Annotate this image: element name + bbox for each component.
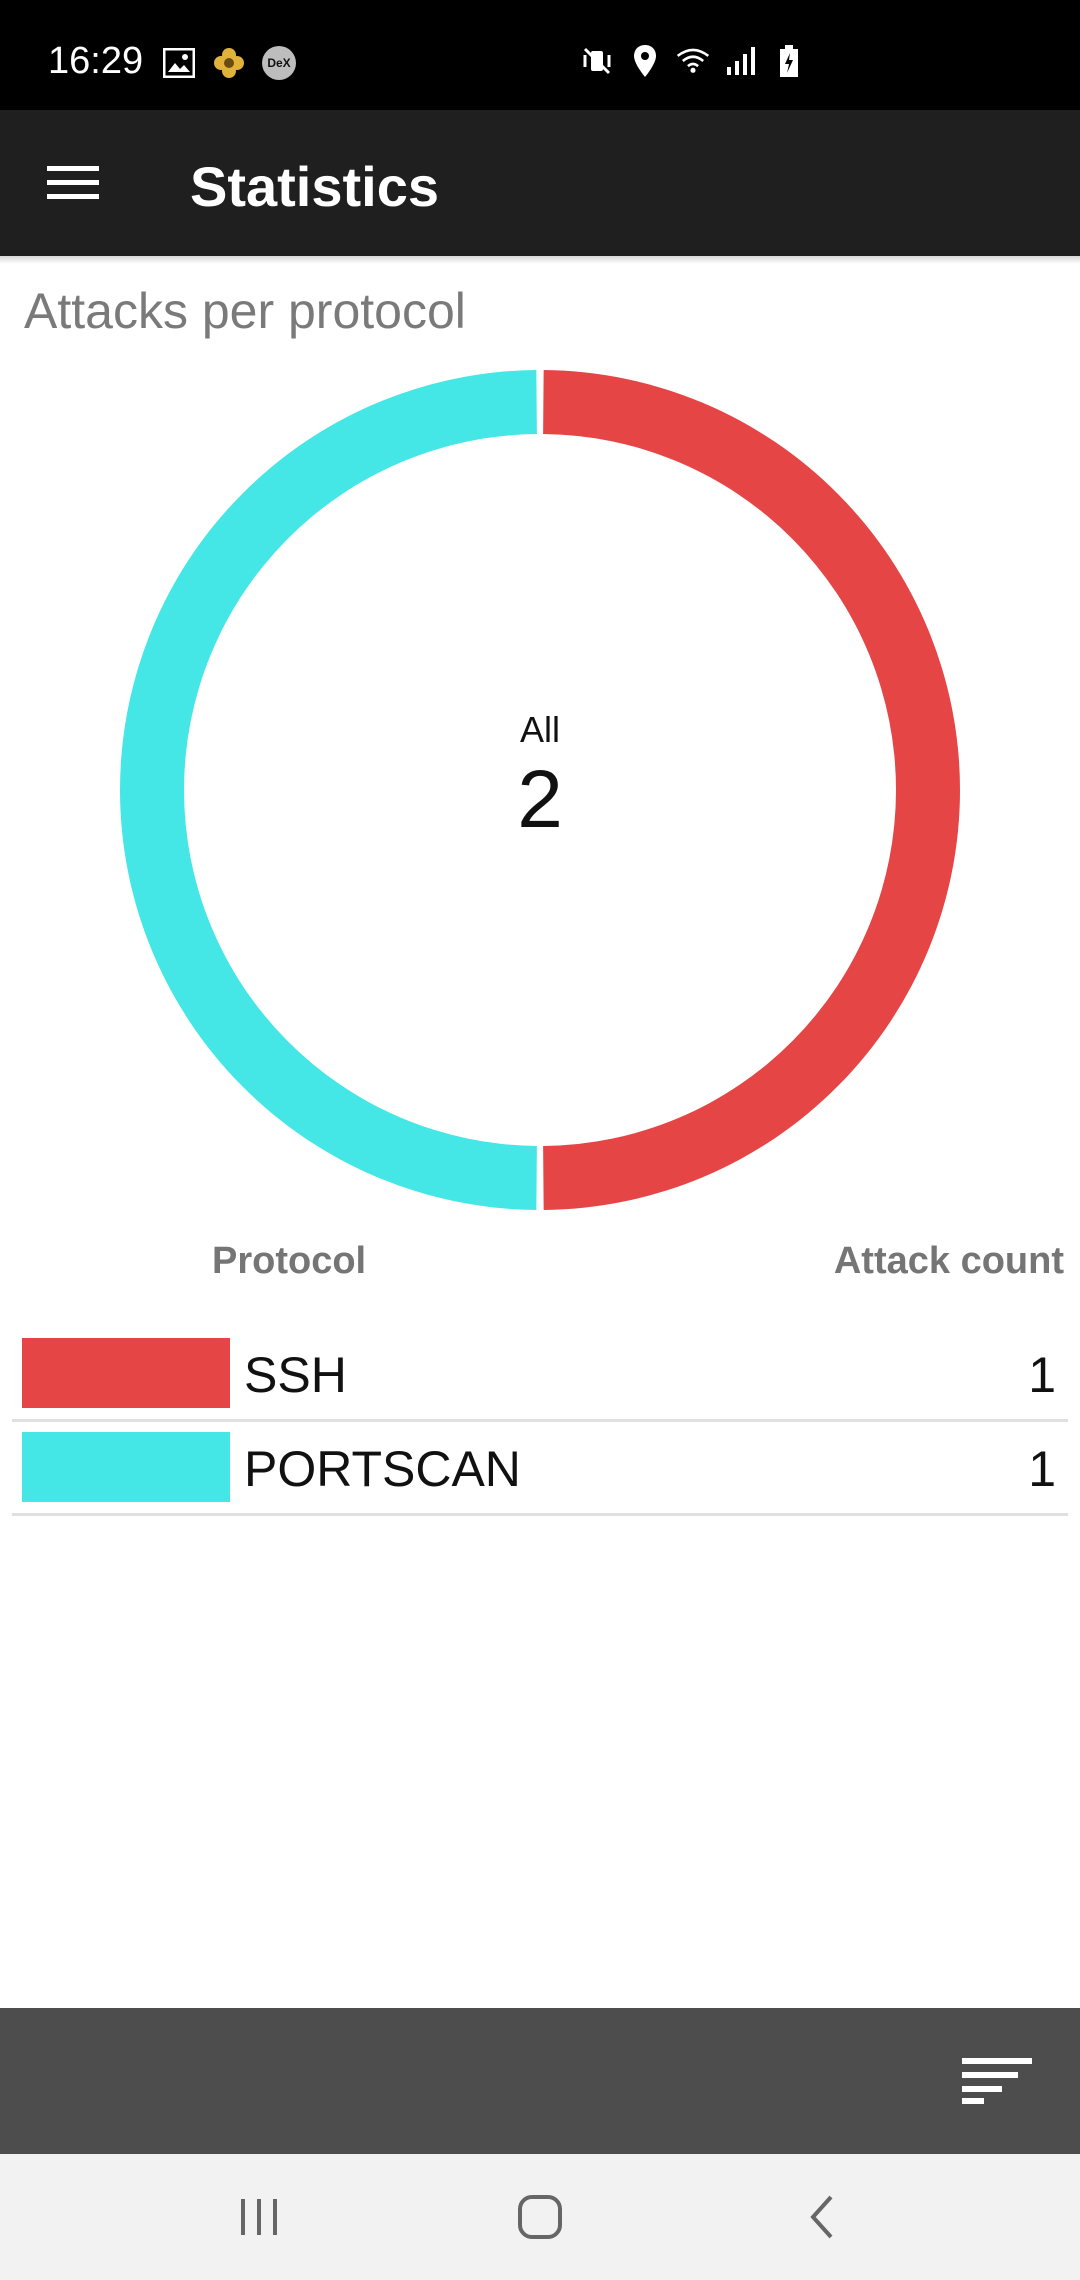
donut-chart: All 2 [116,366,964,1214]
legend-swatch [22,1338,230,1408]
legend-list: SSH 1 PORTSCAN 1 [12,1328,1068,1516]
sort-filter-icon[interactable] [960,2044,1034,2118]
legend-header: Protocol Attack count [0,1234,1080,1290]
bee-app-icon [212,46,246,80]
status-left-icons: DeX [162,46,296,80]
battery-charging-icon [772,44,806,78]
legend-row-portscan[interactable]: PORTSCAN 1 [12,1422,1068,1516]
back-icon[interactable] [782,2184,862,2250]
legend-label: PORTSCAN [244,1441,521,1497]
app-bar: Statistics [0,110,1080,256]
protocol-column-header: Protocol [212,1240,367,1282]
vibrate-mute-icon [580,44,614,78]
legend-row-ssh[interactable]: SSH 1 [12,1328,1068,1422]
image-icon [162,46,196,80]
legend-swatch [22,1432,230,1502]
system-nav-bar [0,2154,1080,2280]
donut-center-value: 2 [517,754,563,845]
status-right-icons [580,44,806,78]
home-icon[interactable] [500,2184,580,2250]
legend-count: 1 [1028,1347,1056,1403]
status-bar: 16:29 DeX [0,0,1080,110]
donut-center: All 2 [116,366,964,1214]
attack-count-column-header: Attack count [833,1240,1064,1282]
donut-center-label: All [519,709,560,750]
section-title: Attacks per protocol [24,283,466,339]
hamburger-menu-icon[interactable] [28,142,118,224]
legend-label: SSH [244,1347,347,1403]
dex-icon: DeX [262,46,296,80]
app-bar-shadow [0,256,1080,264]
bottom-toolbar [0,2008,1080,2154]
page-title: Statistics [190,155,439,218]
location-icon [628,44,662,78]
wifi-icon [676,44,710,78]
legend-count: 1 [1028,1441,1056,1497]
signal-icon [724,44,758,78]
status-time: 16:29 [48,40,144,82]
recent-apps-icon[interactable] [219,2184,299,2250]
